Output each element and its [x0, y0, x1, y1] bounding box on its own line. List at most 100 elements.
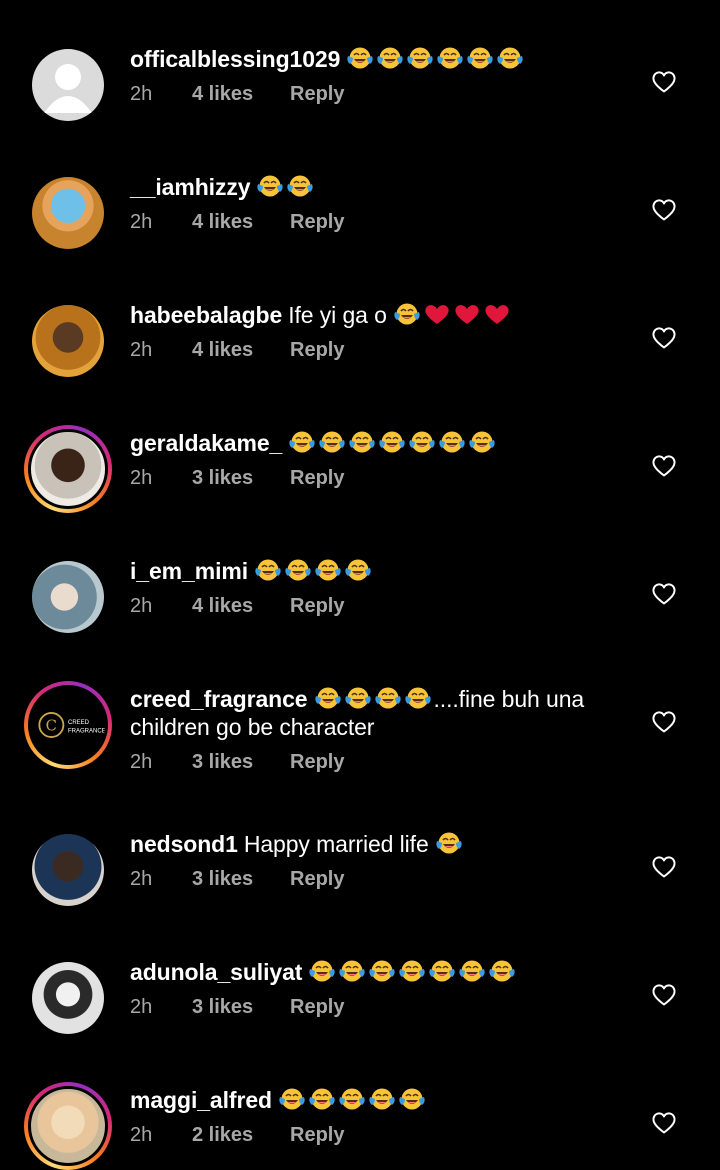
story-ring-avatar[interactable]: [24, 1082, 112, 1170]
comments-list: officalblessing1029 2h 4 likes Reply __i…: [0, 0, 720, 1170]
username-link[interactable]: i_em_mimi: [130, 558, 248, 584]
avatar-photo: [28, 1086, 108, 1166]
timestamp: 2h: [130, 211, 153, 233]
like-heart-icon[interactable]: [651, 453, 677, 479]
username-link[interactable]: geraldakame_: [130, 430, 282, 456]
likes-count[interactable]: 3 likes: [192, 751, 290, 774]
tears-of-joy-emoji-icon: [458, 959, 486, 983]
avatar[interactable]: [32, 49, 104, 121]
tears-of-joy-emoji-icon: [314, 686, 342, 710]
red-heart-emoji-icon: [483, 302, 511, 326]
reply-button[interactable]: Reply: [290, 996, 344, 1019]
like-heart-icon[interactable]: [651, 982, 677, 1008]
tears-of-joy-emoji-icon: [368, 959, 396, 983]
comment-meta: 2h 3 likes Reply: [130, 868, 620, 891]
comment-body: maggi_alfred 2h 2 likes Reply: [130, 1086, 620, 1147]
reply-button[interactable]: Reply: [290, 751, 344, 774]
reply-button[interactable]: Reply: [290, 83, 344, 106]
avatar[interactable]: [32, 561, 104, 633]
tears-of-joy-emoji-icon: [406, 46, 434, 70]
svg-text:FRAGRANCE: FRAGRANCE: [68, 728, 105, 734]
like-heart-icon[interactable]: [651, 581, 677, 607]
comment-message: Ife yi ga o: [288, 302, 394, 328]
likes-count[interactable]: 3 likes: [192, 996, 290, 1019]
svg-text:CREED: CREED: [68, 720, 90, 726]
timestamp: 2h: [130, 83, 153, 105]
username-link[interactable]: adunola_suliyat: [130, 959, 302, 985]
avatar[interactable]: [32, 962, 104, 1034]
comment-text: creed_fragrance ....fine buh una childre…: [130, 685, 620, 741]
tears-of-joy-emoji-icon: [254, 558, 282, 582]
username-link[interactable]: officalblessing1029: [130, 46, 340, 72]
comment-text: nedsond1 Happy married life: [130, 830, 620, 858]
timestamp: 2h: [130, 868, 153, 890]
username-link[interactable]: habeebalagbe: [130, 302, 282, 328]
like-heart-icon[interactable]: [651, 1110, 677, 1136]
story-ring-avatar[interactable]: C CREED FRAGRANCE: [24, 681, 112, 769]
comment-meta: 2h 4 likes Reply: [130, 339, 620, 362]
comment-meta: 2h 2 likes Reply: [130, 1124, 620, 1147]
tears-of-joy-emoji-icon: [368, 1087, 396, 1111]
tears-of-joy-emoji-icon: [438, 430, 466, 454]
tears-of-joy-emoji-icon: [344, 558, 372, 582]
like-heart-icon[interactable]: [651, 325, 677, 351]
likes-count[interactable]: 4 likes: [192, 83, 290, 106]
comment-body: nedsond1 Happy married life 2h 3 likes Repl…: [130, 830, 620, 891]
tears-of-joy-emoji-icon: [488, 959, 516, 983]
comment-text: __iamhizzy: [130, 173, 620, 201]
likes-count[interactable]: 4 likes: [192, 339, 290, 362]
tears-of-joy-emoji-icon: [288, 430, 316, 454]
avatar-photo: [32, 177, 104, 249]
comment-message: Happy married life: [243, 831, 435, 857]
default-avatar-icon: [32, 49, 104, 121]
likes-count[interactable]: 3 likes: [192, 868, 290, 891]
like-heart-icon[interactable]: [651, 69, 677, 95]
tears-of-joy-emoji-icon: [466, 46, 494, 70]
like-heart-icon[interactable]: [651, 854, 677, 880]
avatar[interactable]: [32, 305, 104, 377]
likes-count[interactable]: 4 likes: [192, 595, 290, 618]
comment-meta: 2h 4 likes Reply: [130, 83, 620, 106]
likes-count[interactable]: 4 likes: [192, 211, 290, 234]
reply-button[interactable]: Reply: [290, 1124, 344, 1147]
reply-button[interactable]: Reply: [290, 595, 344, 618]
brand-logo: C CREED FRAGRANCE: [28, 685, 108, 765]
tears-of-joy-emoji-icon: [308, 959, 336, 983]
reply-button[interactable]: Reply: [290, 339, 344, 362]
comment-meta: 2h 4 likes Reply: [130, 211, 620, 234]
tears-of-joy-emoji-icon: [286, 174, 314, 198]
timestamp: 2h: [130, 1124, 153, 1146]
tears-of-joy-emoji-icon: [404, 686, 432, 710]
like-heart-icon[interactable]: [651, 709, 677, 735]
tears-of-joy-emoji-icon: [338, 959, 366, 983]
reply-button[interactable]: Reply: [290, 211, 344, 234]
avatar[interactable]: [32, 834, 104, 906]
comment-body: i_em_mimi 2h 4 likes Reply: [130, 557, 620, 618]
username-link[interactable]: nedsond1: [130, 831, 238, 857]
reply-button[interactable]: Reply: [290, 868, 344, 891]
username-link[interactable]: creed_fragrance: [130, 686, 308, 712]
comment-body: officalblessing1029 2h 4 likes Reply: [130, 45, 620, 106]
like-heart-icon[interactable]: [651, 197, 677, 223]
tears-of-joy-emoji-icon: [435, 831, 463, 855]
avatar[interactable]: [32, 177, 104, 249]
avatar-photo: [28, 429, 108, 509]
comment-meta: 2h 3 likes Reply: [130, 467, 620, 490]
comment-body: habeebalagbe Ife yi ga o 2h 4 likes Reply: [130, 301, 620, 362]
username-link[interactable]: __iamhizzy: [130, 174, 251, 200]
avatar-photo: [32, 561, 104, 633]
likes-count[interactable]: 3 likes: [192, 467, 290, 490]
avatar-photo: [32, 834, 104, 906]
story-ring-avatar[interactable]: [24, 425, 112, 513]
likes-count[interactable]: 2 likes: [192, 1124, 290, 1147]
comment-text: habeebalagbe Ife yi ga o: [130, 301, 620, 329]
tears-of-joy-emoji-icon: [348, 430, 376, 454]
reply-button[interactable]: Reply: [290, 467, 344, 490]
tears-of-joy-emoji-icon: [436, 46, 464, 70]
tears-of-joy-emoji-icon: [256, 174, 284, 198]
comment-body: geraldakame_ 2h 3 likes Reply: [130, 429, 620, 490]
tears-of-joy-emoji-icon: [393, 302, 421, 326]
tears-of-joy-emoji-icon: [284, 558, 312, 582]
username-link[interactable]: maggi_alfred: [130, 1087, 272, 1113]
comment-meta: 2h 3 likes Reply: [130, 751, 620, 774]
